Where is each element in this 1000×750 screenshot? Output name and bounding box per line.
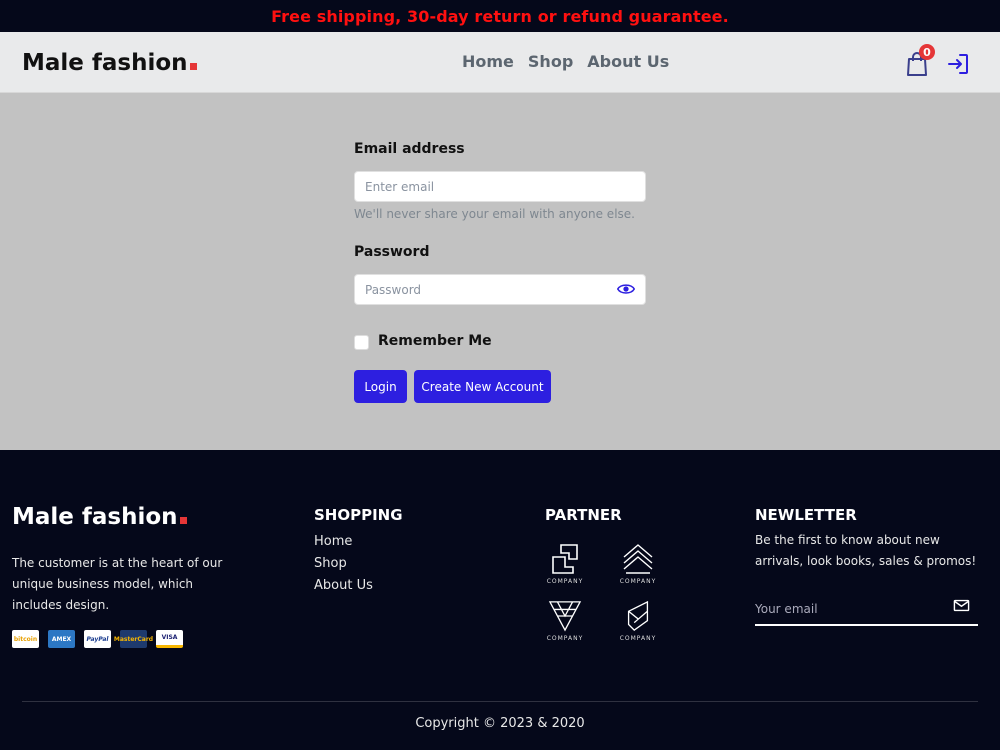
email-hint: We'll never share your email with anyone…	[354, 207, 635, 221]
nav-shop[interactable]: Shop	[528, 51, 573, 73]
email-input[interactable]	[354, 171, 646, 202]
footer-link-home[interactable]: Home	[314, 533, 373, 550]
partner-logo-3[interactable]: COMPANY	[543, 600, 587, 650]
header: Male fashion Home Shop About Us 0	[0, 32, 1000, 93]
partner-shield-logo-icon	[627, 600, 649, 631]
login-button[interactable]: Login	[354, 370, 407, 403]
copyright-text: Copyright © 2023 & 2020	[415, 716, 585, 731]
login-icon[interactable]	[946, 52, 970, 76]
promo-bar: Free shipping, 30-day return or refund g…	[0, 0, 1000, 32]
partner-logo-2[interactable]: COMPANY	[616, 543, 660, 593]
newsletter-description: Be the first to know about new arrivals,…	[755, 533, 977, 568]
partner-logo-1[interactable]: COMPANY	[543, 543, 587, 593]
nav-about-us[interactable]: About Us	[587, 51, 669, 73]
email-label: Email address	[354, 141, 465, 157]
login-section: Email address We'll never share your ema…	[0, 93, 1000, 450]
newsletter-email-input[interactable]	[755, 593, 978, 626]
newsletter-title: NEWLETTER	[755, 506, 857, 524]
password-input[interactable]	[354, 274, 646, 305]
remember-me-checkbox[interactable]	[354, 335, 369, 350]
paypal-icon: PayPal	[84, 630, 111, 648]
footer: Male fashion The customer is at the hear…	[0, 450, 1000, 750]
partner-triangle-logo-icon	[548, 601, 582, 632]
bitcoin-icon: bitcoin	[12, 630, 39, 648]
footer-divider	[22, 701, 978, 702]
logo-dot	[179, 517, 187, 524]
mastercard-icon: MasterCard	[114, 630, 153, 648]
mail-icon[interactable]	[953, 597, 970, 614]
logo-dot	[189, 63, 197, 70]
main-nav: Home Shop About Us	[462, 51, 669, 73]
cart-button[interactable]: 0	[905, 44, 935, 77]
partner-logo-4[interactable]: COMPANY	[616, 600, 660, 650]
cart-count-badge: 0	[919, 44, 935, 60]
remember-me: Remember Me	[354, 331, 492, 350]
footer-logo[interactable]: Male fashion	[12, 502, 187, 532]
eye-icon[interactable]	[617, 280, 635, 298]
remember-me-label: Remember Me	[378, 332, 492, 349]
footer-link-shop[interactable]: Shop	[314, 555, 373, 572]
password-label: Password	[354, 244, 430, 260]
payment-methods: bitcoin AMEX PayPal MasterCard VISA	[12, 630, 183, 648]
footer-link-about-us[interactable]: About Us	[314, 577, 373, 594]
partner-title: PARTNER	[545, 506, 622, 524]
footer-description: The customer is at the heart of our uniq…	[12, 556, 223, 612]
shopping-title: SHOPPING	[314, 506, 403, 524]
shopping-links: Home Shop About Us	[314, 533, 373, 594]
amex-icon: AMEX	[48, 630, 75, 648]
partner-chevron-logo-icon	[623, 544, 653, 574]
site-logo[interactable]: Male fashion	[22, 48, 197, 78]
create-account-button[interactable]: Create New Account	[414, 370, 551, 403]
visa-icon: VISA	[156, 630, 183, 648]
partner-square-logo-icon	[552, 544, 578, 574]
nav-home[interactable]: Home	[462, 51, 514, 73]
promo-text: Free shipping, 30-day return or refund g…	[271, 6, 729, 26]
